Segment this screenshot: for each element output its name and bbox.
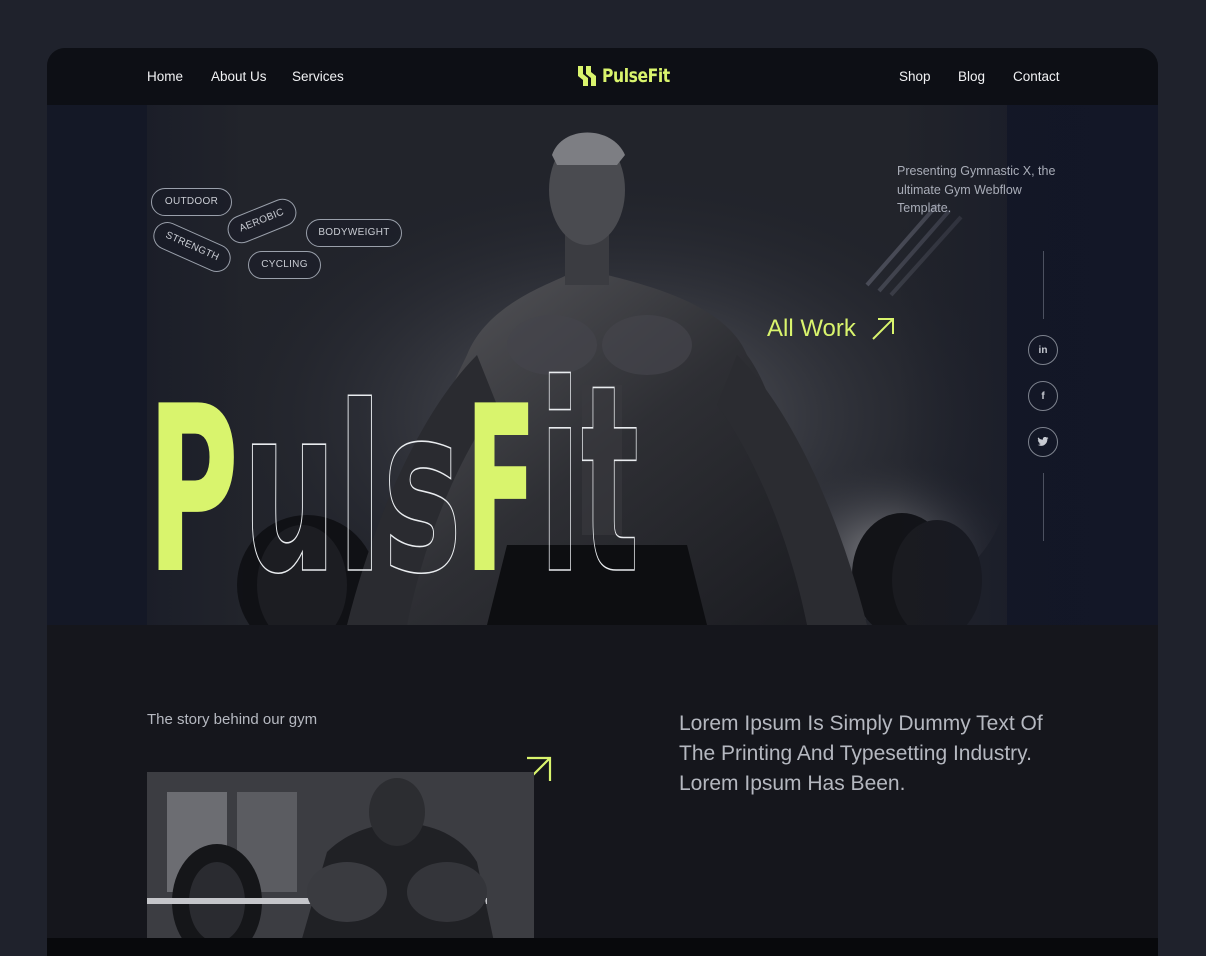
social-line-top xyxy=(1043,251,1044,319)
social-line-bottom xyxy=(1043,473,1044,541)
nav-contact[interactable]: Contact xyxy=(1013,69,1060,84)
pulsefit-logo-icon xyxy=(578,66,596,86)
story-label: The story behind our gym xyxy=(147,711,318,728)
svg-text:uls: uls xyxy=(242,358,462,585)
about-section: The story behind our gym Lorem Ipsum Is … xyxy=(47,625,1158,956)
twitter-icon[interactable] xyxy=(1028,427,1058,457)
hero-presenting-text: Presenting Gymnastic X, the ultimate Gym… xyxy=(897,164,1056,215)
all-work-link[interactable]: All Work xyxy=(767,315,896,343)
nav-about-us[interactable]: About Us xyxy=(211,69,267,84)
arrow-up-right-icon xyxy=(872,318,894,340)
linkedin-icon[interactable]: in xyxy=(1028,335,1058,365)
gym-story-image xyxy=(147,772,534,956)
brand-name: PulseFit xyxy=(602,65,670,87)
hero-big-word: P uls F it xyxy=(147,345,640,585)
svg-text:it: it xyxy=(539,345,639,585)
page-frame: Home About Us Services PulseFit Shop Blo… xyxy=(47,48,1158,956)
nav-blog[interactable]: Blog xyxy=(958,69,985,84)
nav-services[interactable]: Services xyxy=(292,69,344,84)
top-navigation: Home About Us Services PulseFit Shop Blo… xyxy=(47,48,1158,105)
nav-shop[interactable]: Shop xyxy=(899,69,931,84)
hero-section: OUTDOOR AEROBIC BODYWEIGHT STRENGTH CYCL… xyxy=(47,105,1158,625)
all-work-label: All Work xyxy=(767,315,856,342)
tag-bodyweight[interactable]: BODYWEIGHT xyxy=(306,219,402,247)
bottom-strip xyxy=(47,938,1158,956)
tag-outdoor[interactable]: OUTDOOR xyxy=(151,188,232,216)
svg-text:F: F xyxy=(465,358,537,585)
facebook-icon[interactable]: f xyxy=(1028,381,1058,411)
svg-text:P: P xyxy=(147,358,239,585)
nav-home[interactable]: Home xyxy=(147,69,183,84)
brand-logo[interactable]: PulseFit xyxy=(577,64,685,88)
about-lorem-text: Lorem Ipsum Is Simply Dummy Text Of The … xyxy=(679,712,1043,795)
tag-cycling[interactable]: CYCLING xyxy=(248,251,321,279)
